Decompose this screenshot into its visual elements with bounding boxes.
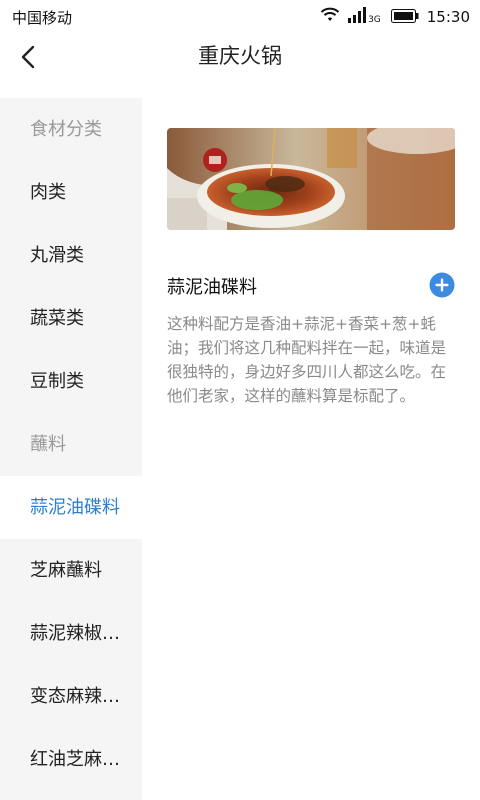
sidebar-item-balls[interactable]: 丸滑类 xyxy=(0,224,142,287)
sidebar-group-sauces: 蘸料 xyxy=(30,434,66,455)
sidebar-item-tofu[interactable]: 豆制类 xyxy=(0,350,142,413)
hotpot-sauce-photo xyxy=(167,128,455,230)
sidebar-item-red-oil-sesame-sauce[interactable]: 红油芝麻蘸料 xyxy=(0,728,142,791)
page-title: 重庆火锅 xyxy=(198,44,282,68)
category-sidebar: 食材分类 肉类 丸滑类 蔬菜类 豆制类 蘸料 蒜泥油碟料 芝麻蘸料 蒜泥辣椒蘸料… xyxy=(0,98,142,800)
sidebar-item-garlic-chili-sauce[interactable]: 蒜泥辣椒蘸料 xyxy=(0,602,142,665)
battery-icon xyxy=(390,8,419,27)
add-button[interactable] xyxy=(429,272,455,298)
status-bar: 中国移动 3G 15:30 xyxy=(0,0,480,34)
status-icons: 3G 15:30 xyxy=(320,6,470,28)
sidebar-group-ingredients: 食材分类 xyxy=(30,119,102,140)
sidebar-item-sesame-sauce[interactable]: 芝麻蘸料 xyxy=(0,539,142,602)
wifi-icon xyxy=(320,7,340,27)
carrier-name: 中国移动 xyxy=(12,9,73,27)
sauce-title: 蒜泥油碟料 xyxy=(167,277,257,298)
sauce-description: 这种料配方是香油+蒜泥+香菜+葱+蚝油；我们将这几种配料拌在一起，味道是很独特的… xyxy=(167,315,447,405)
network-type: 3G xyxy=(368,15,381,25)
sauce-detail: 蒜泥油碟料 这种料配方是香油+蒜泥+香菜+葱+蚝油；我们将这几种配料拌在一起，味… xyxy=(142,98,480,800)
nav-bar: 重庆火锅 xyxy=(0,34,480,98)
signal-icon xyxy=(348,7,367,27)
sidebar-item-meat[interactable]: 肉类 xyxy=(0,161,142,224)
sidebar-item-garlic-oil-sauce[interactable]: 蒜泥油碟料 xyxy=(0,476,142,539)
sidebar-item-super-spicy-sauce[interactable]: 变态麻辣蘸料 xyxy=(0,665,142,728)
sidebar-item-vegetables[interactable]: 蔬菜类 xyxy=(0,287,142,350)
status-time: 15:30 xyxy=(426,8,470,26)
plus-circle-icon xyxy=(429,272,455,298)
